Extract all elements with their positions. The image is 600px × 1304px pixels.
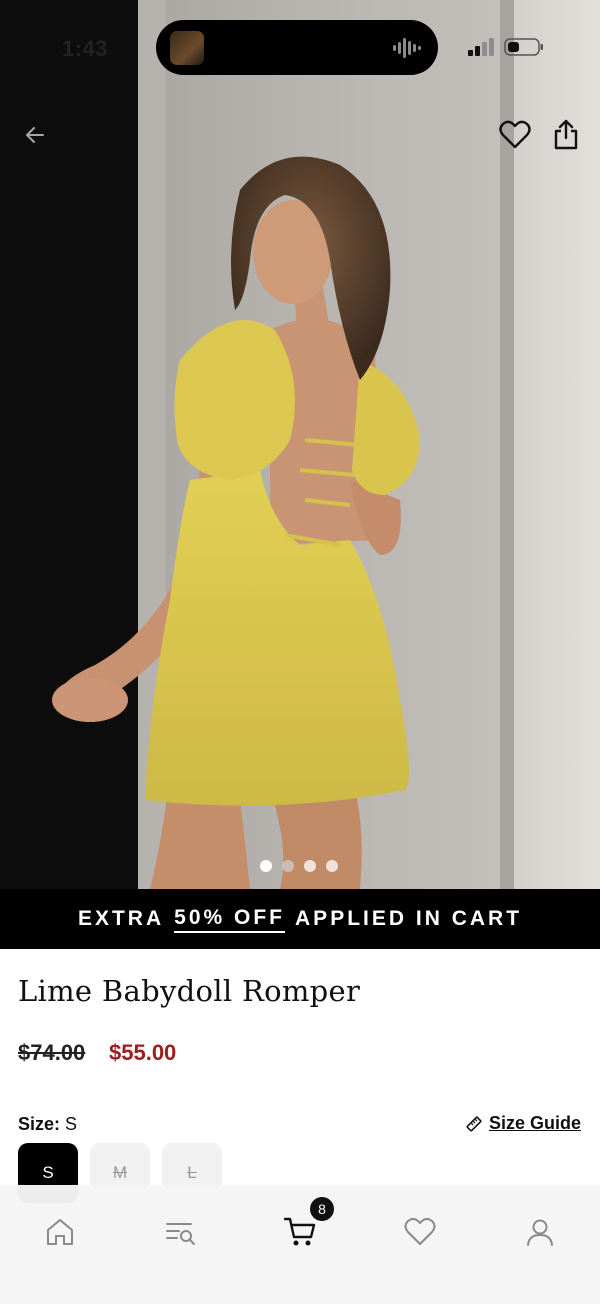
ruler-icon — [466, 1116, 482, 1131]
arrow-left-icon — [26, 127, 44, 143]
wishlist-button[interactable] — [498, 118, 532, 152]
original-price: $74.00 — [18, 1040, 86, 1065]
promo-suffix: APPLIED IN CART — [295, 907, 523, 930]
product-title: Lime Babydoll Romper — [18, 974, 361, 1008]
now-playing-artwork — [170, 31, 204, 65]
status-bar: 1:43 — [0, 0, 600, 100]
size-guide-link[interactable]: Size Guide — [465, 1113, 581, 1134]
gallery-dot[interactable] — [304, 860, 316, 872]
share-button[interactable] — [550, 117, 582, 151]
tab-wishlist[interactable] — [390, 1209, 450, 1255]
account-icon — [527, 1219, 553, 1246]
bottom-tab-bar: 8 — [0, 1185, 600, 1304]
status-time: 1:43 — [62, 36, 109, 61]
dynamic-island[interactable] — [156, 20, 438, 75]
cellular-signal-icon — [468, 38, 494, 56]
size-label-title: Size: — [18, 1114, 61, 1134]
gallery-dot[interactable] — [260, 860, 272, 872]
selected-size: S — [65, 1114, 78, 1134]
battery-icon — [504, 38, 543, 56]
share-icon — [554, 119, 578, 150]
tab-account[interactable] — [510, 1209, 570, 1255]
home-icon — [47, 1219, 73, 1245]
search-list-icon — [166, 1223, 195, 1245]
heart-icon — [499, 120, 531, 149]
gallery-pagination[interactable] — [260, 860, 338, 872]
tab-browse[interactable] — [150, 1209, 210, 1255]
gallery-dot[interactable] — [326, 860, 338, 872]
sale-price: $55.00 — [109, 1040, 177, 1065]
promo-prefix: EXTRA — [77, 907, 165, 930]
heart-icon — [404, 1217, 436, 1245]
gallery-dot[interactable] — [282, 860, 294, 872]
cart-count-badge: 8 — [310, 1197, 334, 1221]
audio-waveform-icon — [393, 38, 421, 58]
tab-cart[interactable]: 8 — [270, 1197, 334, 1255]
tab-home[interactable] — [30, 1209, 90, 1255]
product-image-gallery[interactable]: 1:43 — [0, 0, 600, 889]
cart-icon — [283, 1217, 316, 1246]
size-guide-label: Size Guide — [488, 1113, 581, 1133]
back-button[interactable] — [20, 120, 50, 150]
size-label: Size: S — [18, 1114, 77, 1135]
promo-banner: EXTRA 50% OFF APPLIED IN CART — [0, 889, 600, 949]
promo-highlight: 50% OFF — [174, 906, 286, 933]
